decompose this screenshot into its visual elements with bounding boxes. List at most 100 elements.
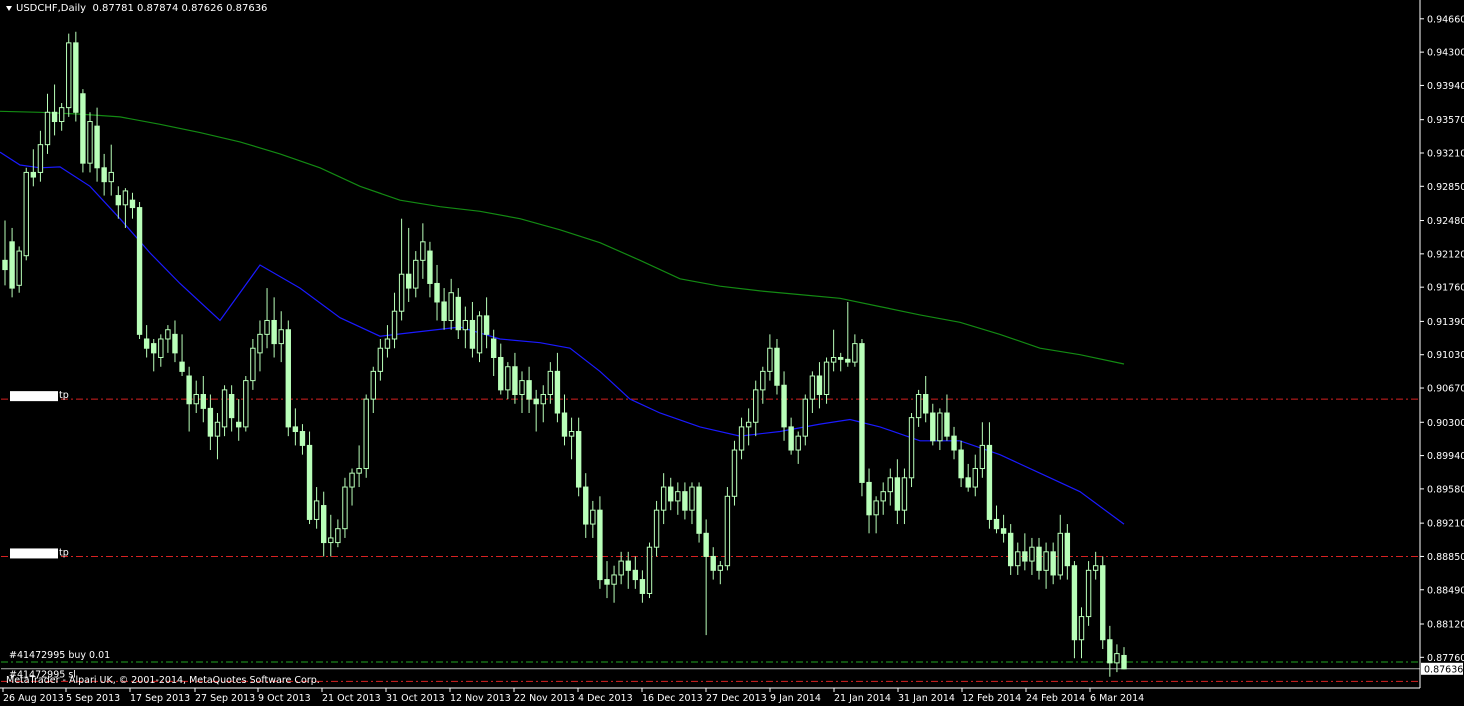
ma-slow-line <box>0 110 1125 365</box>
candle <box>172 320 178 363</box>
candle-body <box>660 486 667 511</box>
candle-body <box>299 431 306 446</box>
candle-body <box>420 241 426 261</box>
candle-body <box>30 171 37 178</box>
x-tick-label: 21 Oct 2013 <box>322 693 381 704</box>
candle-body <box>710 555 716 571</box>
candle-body <box>965 477 971 488</box>
candle <box>292 408 299 446</box>
candle-body <box>405 273 412 289</box>
candle-body <box>689 486 695 511</box>
candle <box>370 366 376 414</box>
candle-body <box>101 167 107 183</box>
candle-body <box>668 486 674 502</box>
candle <box>51 84 58 136</box>
y-tick-label: 0.91030 <box>1427 350 1464 361</box>
candle <box>349 468 355 506</box>
candle <box>129 192 136 219</box>
price-chart[interactable]: tptp#41472995 buy 0.01#41472995 sl 0.946… <box>0 0 1464 706</box>
candle-body <box>561 412 568 437</box>
candle-body <box>682 491 688 511</box>
candle-body <box>894 477 901 511</box>
y-tick-label: 0.93570 <box>1427 115 1464 126</box>
candle <box>533 389 539 432</box>
candle <box>271 297 277 358</box>
candle-body <box>257 333 263 354</box>
candle <box>151 338 157 372</box>
candle <box>1064 524 1071 580</box>
candle <box>717 561 724 585</box>
candle-body <box>632 569 639 581</box>
candle-body <box>568 431 575 437</box>
candle-body <box>73 42 79 113</box>
candle-body <box>370 370 376 400</box>
dropdown-triangle-icon[interactable] <box>6 6 12 11</box>
candle-body <box>745 421 752 428</box>
candle <box>73 31 79 122</box>
candle <box>611 565 617 603</box>
candle <box>448 278 454 330</box>
candle-body <box>852 343 858 363</box>
candle-body <box>356 468 362 474</box>
candle-body <box>321 505 327 544</box>
chart-header: USDCHF,Daily 0.87781 0.87874 0.87626 0.8… <box>6 3 267 15</box>
x-tick-label: 12 Nov 2013 <box>450 693 511 704</box>
candle-body <box>696 486 702 534</box>
candle <box>894 459 901 525</box>
candle <box>505 362 511 400</box>
candle-body <box>738 426 745 451</box>
candle <box>214 413 221 460</box>
candle-body <box>1036 546 1042 571</box>
candle <box>1100 556 1106 649</box>
candle <box>420 223 426 279</box>
candle <box>469 301 476 358</box>
candle <box>250 338 256 390</box>
candle-body <box>448 292 454 321</box>
candle <box>561 394 568 446</box>
candle-body <box>363 398 369 470</box>
candle <box>915 389 922 427</box>
candle-body <box>136 207 143 335</box>
candle <box>547 362 554 404</box>
candle-body <box>838 356 844 360</box>
order-label: tp <box>59 547 69 558</box>
candle-body <box>526 380 532 400</box>
candle <box>866 468 872 534</box>
candle-body <box>604 579 610 585</box>
candle-body <box>533 398 539 405</box>
y-tick-label: 0.90670 <box>1427 384 1464 395</box>
candle <box>604 561 610 599</box>
candle <box>342 477 348 538</box>
candle <box>753 380 759 437</box>
x-tick-label: 21 Jan 2014 <box>834 693 891 704</box>
candle <box>476 311 483 363</box>
candle-body <box>44 111 51 146</box>
x-tick-label: 16 Dec 2013 <box>642 693 703 704</box>
candle <box>568 417 575 460</box>
candle <box>356 445 362 488</box>
candle <box>58 103 65 131</box>
candle <box>413 251 419 298</box>
candle <box>887 468 893 506</box>
candle-body <box>498 356 504 391</box>
candle <box>179 334 185 376</box>
candle <box>738 417 745 460</box>
candle <box>37 130 44 182</box>
candle <box>87 112 93 173</box>
candle <box>554 352 561 423</box>
candle-body <box>575 431 582 488</box>
x-tick-label: 4 Dec 2013 <box>578 693 633 704</box>
candle-body <box>264 319 270 335</box>
candle <box>703 519 709 636</box>
candle-body <box>639 579 646 594</box>
candle-body <box>724 495 731 567</box>
candle-body <box>590 509 596 525</box>
candle <box>23 167 29 261</box>
candle-body <box>292 426 299 433</box>
candle-body <box>1015 551 1021 567</box>
candle-body <box>1022 551 1028 562</box>
candles <box>2 31 1127 677</box>
candle-body <box>151 343 157 354</box>
redacted-label <box>10 391 58 402</box>
candle-body <box>1114 653 1120 664</box>
